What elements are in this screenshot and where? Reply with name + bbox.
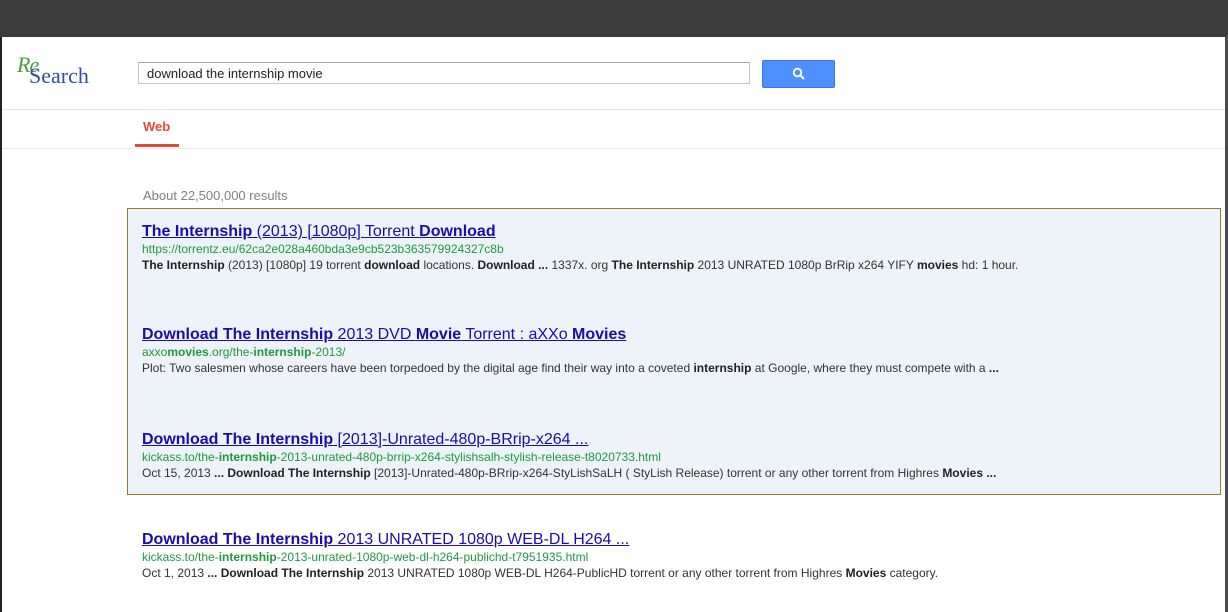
text-segment: -2013-unrated-1080p-web-dl-h264-publichd…	[276, 550, 589, 564]
text-segment: The Internship	[611, 258, 695, 272]
result-snippet: The Internship (2013) [1080p] 19 torrent…	[142, 257, 1217, 273]
search-input[interactable]: download the internship movie	[138, 62, 750, 84]
text-segment: Oct 15, 2013	[142, 466, 215, 480]
tab-web[interactable]: Web	[135, 119, 179, 149]
result-stats: About 22,500,000 results	[143, 188, 288, 203]
search-icon	[792, 67, 805, 80]
result-title-link[interactable]: Download The Internship 2013 DVD Movie T…	[142, 325, 1217, 345]
text-segment: internship	[218, 550, 277, 564]
result-url: kickass.to/the-internship-2013-unrated-4…	[142, 450, 1217, 465]
text-segment: (2013) [1080p] Torrent	[252, 223, 420, 240]
text-segment: internship	[218, 450, 277, 464]
search-result: Download The Internship [2013]-Unrated-4…	[142, 430, 1217, 481]
text-segment: The Internship	[142, 223, 253, 240]
search-result: The Internship (2013) [1080p] Torrent Do…	[142, 222, 1217, 273]
result-url: kickass.to/the-internship-2013-unrated-1…	[142, 550, 1217, 565]
result-url: axxomovies.org/the-internship-2013/	[142, 345, 1217, 360]
window-top-bar	[0, 0, 1228, 37]
result-snippet: Plot: Two salesmen whose careers have be…	[142, 360, 1217, 376]
text-segment: ...	[988, 361, 999, 375]
text-segment: (2013) [1080p] 19 torrent	[224, 258, 365, 272]
text-segment: https://torrentz.eu/62ca2e028a460bda3e9c…	[142, 242, 504, 256]
text-segment: ... Download The Internship	[214, 466, 371, 480]
text-segment: category.	[886, 566, 939, 580]
search-button[interactable]	[762, 60, 835, 88]
text-segment: Movie	[415, 326, 462, 343]
text-segment: [2013]-Unrated-480p-BRrip-x264 ...	[333, 431, 589, 448]
result-title-link[interactable]: Download The Internship 2013 UNRATED 108…	[142, 530, 1217, 550]
header-divider	[2, 109, 1225, 110]
text-segment: locations.	[420, 258, 478, 272]
window-left-edge	[0, 37, 2, 612]
result-url: https://torrentz.eu/62ca2e028a460bda3e9c…	[142, 242, 1217, 257]
tab-web-active-indicator	[135, 144, 179, 147]
text-segment: [2013]-Unrated-480p-BRrip-x264-StyLishSa…	[370, 466, 943, 480]
tabs-divider	[2, 148, 1225, 149]
text-segment: -2013/	[311, 345, 346, 359]
text-segment: Movies	[572, 326, 627, 343]
text-segment: at Google, where they must compete with …	[751, 361, 989, 375]
text-segment: 2013 UNRATED 1080p WEB-DL H264 ...	[333, 531, 630, 548]
text-segment: -2013-unrated-480p-brrip-x264-stylishsal…	[276, 450, 661, 464]
search-result: Download The Internship 2013 UNRATED 108…	[142, 530, 1217, 581]
text-segment: Oct 1, 2013	[142, 566, 208, 580]
text-segment: Movies ...	[942, 466, 997, 480]
text-segment: Torrent : aXXo	[461, 326, 573, 343]
text-segment: .org/the-	[208, 345, 254, 359]
text-segment: axxo	[142, 345, 168, 359]
text-segment: kickass.to/the-	[142, 550, 219, 564]
text-segment: movies	[167, 345, 209, 359]
text-segment: 2013 UNRATED 1080p BrRip x264 YIFY	[694, 258, 917, 272]
text-segment: Download The Internship	[142, 431, 334, 448]
text-segment: internship	[253, 345, 312, 359]
result-title-link[interactable]: The Internship (2013) [1080p] Torrent Do…	[142, 222, 1217, 242]
text-segment: 2013 UNRATED 1080p WEB-DL H264-PublicHD …	[364, 566, 846, 580]
text-segment: Download The Internship	[142, 531, 334, 548]
text-segment: 1337x. org	[548, 258, 612, 272]
result-snippet: Oct 15, 2013 ... Download The Internship…	[142, 465, 1217, 481]
search-result: Download The Internship 2013 DVD Movie T…	[142, 325, 1217, 376]
text-segment: Download The Internship	[142, 326, 334, 343]
text-segment: hd: 1 hour.	[958, 258, 1019, 272]
text-segment: internship	[693, 361, 752, 375]
text-segment: ... Download The Internship	[207, 566, 365, 580]
tab-web-label: Web	[143, 119, 171, 134]
text-segment: movies	[916, 258, 959, 272]
text-segment: kickass.to/the-	[142, 450, 219, 464]
text-segment: Download ...	[477, 258, 549, 272]
text-segment: download	[364, 258, 421, 272]
text-segment: Plot: Two salesmen whose careers have be…	[142, 361, 694, 375]
result-snippet: Oct 1, 2013 ... Download The Internship …	[142, 565, 1217, 581]
text-segment: Movies	[845, 566, 887, 580]
text-segment: The Internship	[142, 258, 225, 272]
logo-search: Search	[29, 63, 89, 88]
text-segment: Download	[419, 223, 496, 240]
text-segment: 2013 DVD	[333, 326, 416, 343]
result-title-link[interactable]: Download The Internship [2013]-Unrated-4…	[142, 430, 1217, 450]
